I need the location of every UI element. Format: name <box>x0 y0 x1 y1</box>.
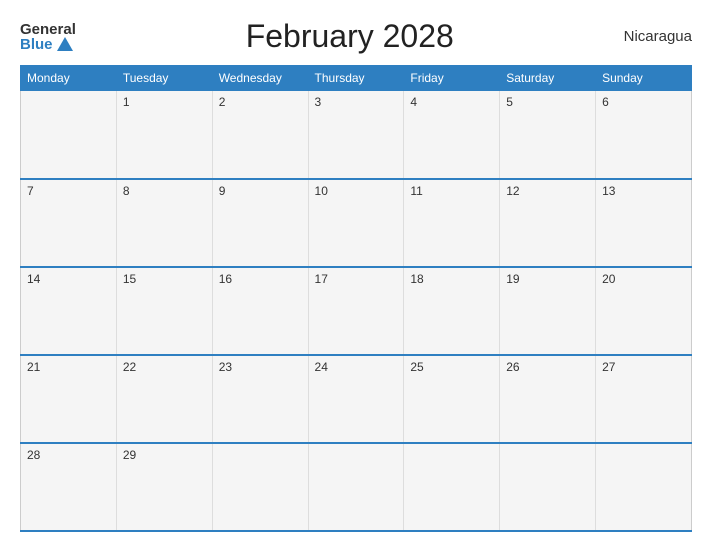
calendar-day-cell: 27 <box>596 355 692 443</box>
calendar-day-cell: 11 <box>404 179 500 267</box>
calendar-day-cell: 19 <box>500 267 596 355</box>
day-number: 21 <box>27 360 40 374</box>
logo: General Blue <box>20 22 76 52</box>
calendar-day-cell: 3 <box>308 91 404 179</box>
calendar-table: MondayTuesdayWednesdayThursdayFridaySatu… <box>20 65 692 532</box>
day-number: 14 <box>27 272 40 286</box>
calendar-day-cell: 22 <box>116 355 212 443</box>
day-number: 26 <box>506 360 519 374</box>
weekday-header-sunday: Sunday <box>596 66 692 91</box>
day-number: 7 <box>27 184 34 198</box>
calendar-header: General Blue February 2028 Nicaragua <box>20 18 692 55</box>
calendar-day-cell: 18 <box>404 267 500 355</box>
calendar-day-cell <box>500 443 596 531</box>
day-number: 10 <box>315 184 328 198</box>
calendar-week-row: 1 2 3 4 5 6 <box>21 91 692 179</box>
calendar-day-cell: 1 <box>116 91 212 179</box>
calendar-day-cell: 8 <box>116 179 212 267</box>
day-number: 15 <box>123 272 136 286</box>
calendar-day-cell: 23 <box>212 355 308 443</box>
weekday-header-row: MondayTuesdayWednesdayThursdayFridaySatu… <box>21 66 692 91</box>
calendar-day-cell: 13 <box>596 179 692 267</box>
calendar-day-cell: 20 <box>596 267 692 355</box>
weekday-header-tuesday: Tuesday <box>116 66 212 91</box>
day-number: 13 <box>602 184 615 198</box>
day-number: 6 <box>602 95 609 109</box>
day-number: 20 <box>602 272 615 286</box>
calendar-day-cell: 21 <box>21 355 117 443</box>
weekday-header-wednesday: Wednesday <box>212 66 308 91</box>
calendar-day-cell: 6 <box>596 91 692 179</box>
day-number: 24 <box>315 360 328 374</box>
calendar-week-row: 28 29 <box>21 443 692 531</box>
calendar-day-cell: 2 <box>212 91 308 179</box>
day-number: 9 <box>219 184 226 198</box>
day-number: 3 <box>315 95 322 109</box>
day-number: 25 <box>410 360 423 374</box>
calendar-day-cell: 10 <box>308 179 404 267</box>
calendar-day-cell: 12 <box>500 179 596 267</box>
calendar-day-cell <box>596 443 692 531</box>
day-number: 28 <box>27 448 40 462</box>
calendar-week-row: 21 22 23 24 25 26 27 <box>21 355 692 443</box>
country-label: Nicaragua <box>624 28 692 45</box>
calendar-week-row: 14 15 16 17 18 19 20 <box>21 267 692 355</box>
logo-triangle-icon <box>57 37 73 51</box>
day-number: 17 <box>315 272 328 286</box>
calendar-day-cell <box>212 443 308 531</box>
calendar-day-cell: 14 <box>21 267 117 355</box>
day-number: 12 <box>506 184 519 198</box>
calendar-day-cell: 9 <box>212 179 308 267</box>
day-number: 11 <box>410 184 422 198</box>
calendar-day-cell: 16 <box>212 267 308 355</box>
day-number: 1 <box>123 95 130 109</box>
calendar-day-cell: 15 <box>116 267 212 355</box>
calendar-day-cell: 29 <box>116 443 212 531</box>
calendar-day-cell: 4 <box>404 91 500 179</box>
day-number: 23 <box>219 360 232 374</box>
calendar-day-cell <box>21 91 117 179</box>
calendar-day-cell: 26 <box>500 355 596 443</box>
calendar-day-cell: 24 <box>308 355 404 443</box>
calendar-day-cell <box>404 443 500 531</box>
weekday-header-monday: Monday <box>21 66 117 91</box>
calendar-title: February 2028 <box>246 18 454 55</box>
day-number: 2 <box>219 95 226 109</box>
day-number: 4 <box>410 95 417 109</box>
logo-general-text: General <box>20 22 76 37</box>
calendar-week-row: 7 8 9 10 11 12 13 <box>21 179 692 267</box>
day-number: 22 <box>123 360 136 374</box>
calendar-day-cell: 25 <box>404 355 500 443</box>
calendar-day-cell: 7 <box>21 179 117 267</box>
weekday-header-saturday: Saturday <box>500 66 596 91</box>
weekday-header-thursday: Thursday <box>308 66 404 91</box>
calendar-day-cell: 28 <box>21 443 117 531</box>
day-number: 29 <box>123 448 136 462</box>
day-number: 8 <box>123 184 130 198</box>
calendar-day-cell <box>308 443 404 531</box>
day-number: 27 <box>602 360 615 374</box>
weekday-header-friday: Friday <box>404 66 500 91</box>
day-number: 19 <box>506 272 519 286</box>
calendar-day-cell: 17 <box>308 267 404 355</box>
logo-blue-text: Blue <box>20 37 73 52</box>
day-number: 16 <box>219 272 232 286</box>
calendar-day-cell: 5 <box>500 91 596 179</box>
day-number: 5 <box>506 95 513 109</box>
day-number: 18 <box>410 272 423 286</box>
